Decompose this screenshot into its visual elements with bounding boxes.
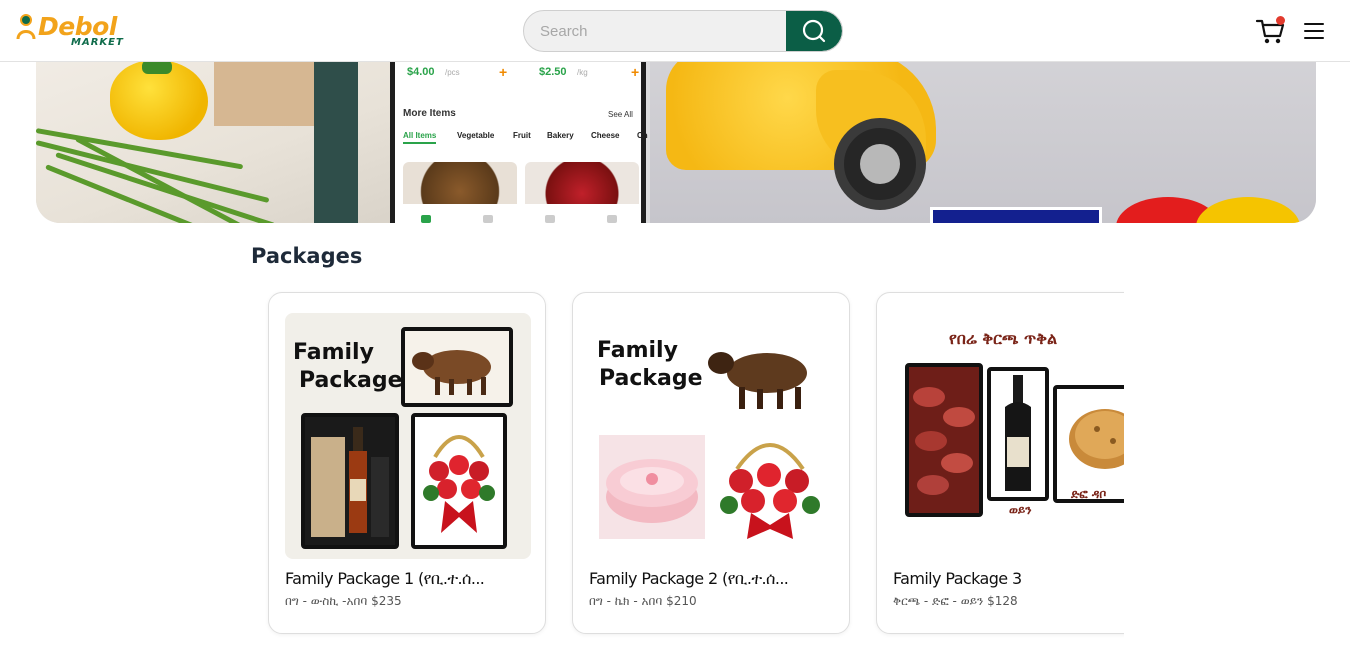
flower-basket-image — [720, 443, 820, 539]
whisky-image — [301, 413, 399, 549]
phone-cart-icon — [545, 215, 555, 223]
logo-subtitle: MARKET — [71, 37, 124, 48]
wine-label: ወይን — [1009, 503, 1032, 517]
meat-image — [905, 363, 983, 517]
sheep-image — [708, 352, 807, 409]
phone-category-tab: Bakery — [547, 131, 574, 140]
phone-category-tab: Fruit — [513, 131, 531, 140]
hamburger-menu-button[interactable] — [1302, 18, 1328, 44]
phone-see-all: See All — [608, 110, 633, 119]
package-image-heading: የበሬ ቅርጫ ጥቅል — [949, 329, 1058, 348]
phone-search-icon — [483, 215, 493, 223]
phone-category-tab: All Items — [403, 131, 437, 144]
package-image-text: Package — [299, 368, 403, 393]
cart-button[interactable] — [1255, 16, 1287, 46]
menu-icon-bar — [1304, 30, 1324, 32]
package-title: Family Package 1 (የቢ.ተ.ሰ... — [285, 569, 485, 588]
package-image-text: Family — [597, 338, 678, 363]
package-image: Family Package — [589, 313, 835, 559]
search-icon — [802, 19, 826, 43]
banner-phone-mockup: $4.00 /pcs + $2.50 /kg + More Items See … — [390, 40, 648, 223]
phone-category-tab: Ch — [637, 131, 648, 140]
phone-category-tab: Cheese — [591, 131, 620, 140]
banner-wheel-hub — [860, 144, 900, 184]
phone-price: $2.50 — [539, 66, 567, 78]
package-image: Family Package — [285, 313, 531, 559]
search-button[interactable] — [786, 11, 842, 51]
cart-notification-dot — [1276, 16, 1285, 25]
packages-carousel[interactable]: Family Package Family Package 1 (የቢ.ተ.ሰ.… — [262, 286, 1124, 654]
bread-label: ድፎ ዳቦ — [1071, 487, 1107, 501]
banner-person-leg — [314, 40, 358, 223]
phone-category-tab: Vegetable — [457, 131, 495, 140]
banner-pepper-stem — [142, 60, 172, 74]
cake-image — [599, 435, 705, 539]
package-image-text: Package — [599, 366, 703, 391]
package-description: በግ - ኬክ - አበባ $210 — [589, 594, 697, 608]
package-title: Family Package 3 — [893, 569, 1022, 588]
phone-nuts-thumbnail — [403, 162, 517, 204]
phone-profile-icon — [607, 215, 617, 223]
search-bar — [523, 10, 843, 52]
phone-home-icon — [421, 215, 431, 223]
package-card[interactable]: Family Package — [572, 292, 850, 634]
logo[interactable]: Debol MARKET — [16, 12, 126, 52]
phone-more-items-heading: More Items — [403, 108, 456, 119]
hero-banner[interactable]: $4.00 /pcs + $2.50 /kg + More Items See … — [36, 40, 1316, 223]
sheep-image — [401, 327, 513, 407]
package-image: የበሬ ቅርጫ ጥቅል ወይን ድፎ ዳቦ — [893, 313, 1124, 559]
banner-payment-card — [930, 207, 1102, 223]
phone-price-unit: /pcs — [445, 68, 460, 77]
phone-price: $4.00 — [407, 66, 435, 78]
bread-image — [1053, 385, 1124, 503]
phone-add-icon: + — [499, 64, 508, 80]
flower-basket-image — [411, 413, 507, 549]
menu-icon-bar — [1304, 37, 1324, 39]
package-description: ቅርጫ - ድፎ - ወይን $128 — [893, 594, 1018, 608]
phone-pomegranate-thumbnail — [525, 162, 639, 204]
package-description: በግ - ውስኪ -አበባ $235 — [285, 594, 402, 608]
package-card[interactable]: የበሬ ቅርጫ ጥቅል ወይን ድፎ ዳቦ Family Package 3 ቅ… — [876, 292, 1124, 634]
package-title: Family Package 2 (የቢ.ተ.ሰ... — [589, 569, 789, 588]
person-pin-icon — [16, 14, 36, 40]
phone-price-unit: /kg — [577, 68, 588, 77]
package-card[interactable]: Family Package — [268, 292, 546, 634]
search-input[interactable] — [524, 11, 788, 51]
packages-heading: Packages — [251, 244, 363, 268]
package-image-text: Family — [293, 340, 374, 365]
menu-icon-bar — [1304, 23, 1324, 25]
wine-bottle-image — [987, 367, 1049, 501]
top-navbar: Debol MARKET — [0, 0, 1350, 62]
phone-add-icon: + — [631, 64, 640, 80]
